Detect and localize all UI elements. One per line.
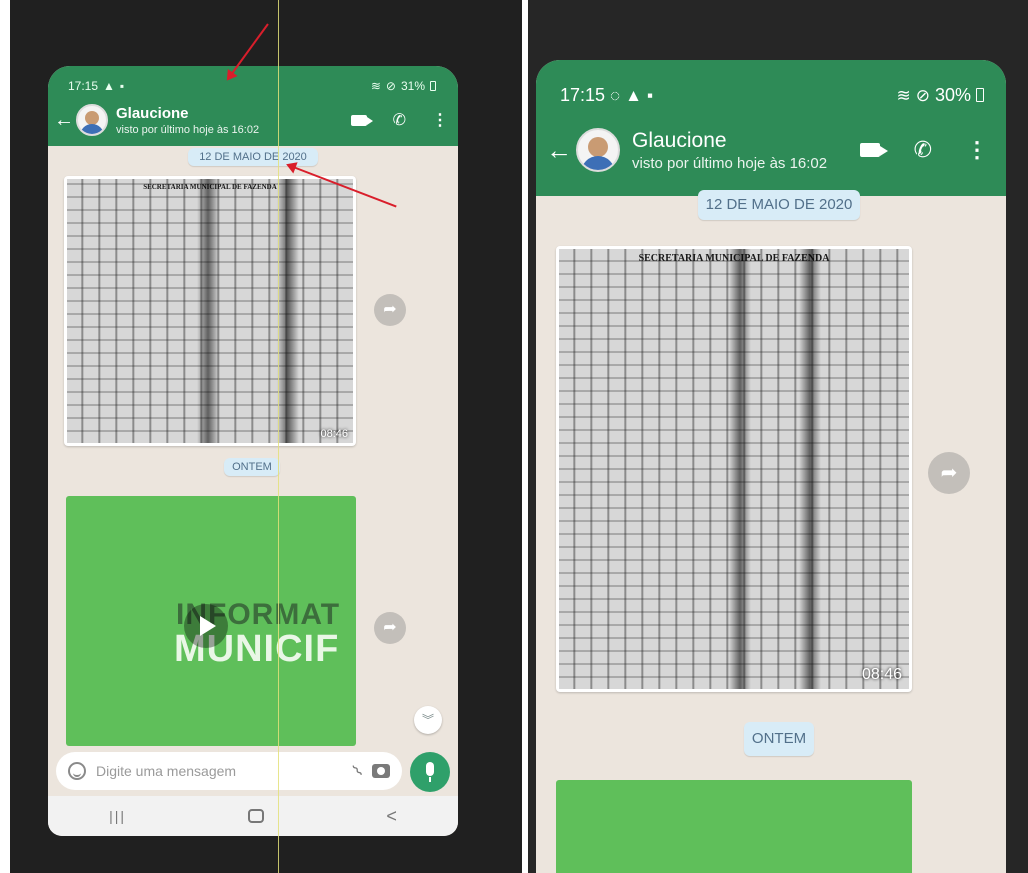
- right-screenshot-panel: 17:15 ◌ ▲ ▪ ≋ ⊘ 30% ← Glaucione visto po…: [528, 0, 1028, 873]
- mic-icon: [426, 762, 434, 782]
- status-bar: 17:15 ◌ ▲ ▪ ≋ ⊘ 30%: [560, 84, 984, 106]
- message-time: 08:46: [320, 428, 348, 440]
- do-not-disturb-icon: ⊘: [915, 85, 930, 105]
- battery-percent: 31%: [400, 79, 425, 93]
- message-composer: ⌇: [56, 752, 402, 790]
- battery-percent: 30%: [934, 84, 971, 105]
- phone-icon[interactable]: ✆: [914, 137, 932, 163]
- status-bar: 17:15 ▲ ▪ ≋ ⊘ 31%: [68, 78, 436, 94]
- wifi-icon: ≋: [370, 79, 381, 93]
- image-message[interactable]: SECRETARIA MUNICIPAL DE FAZENDA 08:46: [556, 246, 912, 692]
- left-phone-screen: 17:15 ▲ ▪ ≋ ⊘ 31% ← Glaucione visto por …: [48, 66, 458, 836]
- warning-icon: ▲: [103, 79, 115, 93]
- home-button[interactable]: [248, 809, 265, 823]
- more-vert-icon[interactable]: ⋮: [966, 137, 988, 163]
- mic-button[interactable]: [410, 752, 450, 792]
- avatar[interactable]: [576, 128, 620, 172]
- forward-icon[interactable]: ➦: [374, 612, 406, 644]
- video-message[interactable]: INFORMAT MUNICIF: [66, 496, 356, 746]
- scanned-document: SECRETARIA MUNICIPAL DE FAZENDA: [559, 249, 909, 689]
- paperclip-icon[interactable]: ⌇: [349, 761, 368, 781]
- contact-name: Glaucione: [632, 128, 727, 152]
- video-call-icon[interactable]: [859, 143, 888, 157]
- yellow-guide-line: [278, 0, 279, 873]
- chevron-double-down-icon[interactable]: ︾: [414, 706, 442, 734]
- left-screenshot-panel: 17:15 ▲ ▪ ≋ ⊘ 31% ← Glaucione visto por …: [10, 0, 522, 873]
- battery-icon: [430, 81, 436, 91]
- app-bar: ← Glaucione visto por último hoje às 16:…: [546, 120, 988, 180]
- right-phone-screen: 17:15 ◌ ▲ ▪ ≋ ⊘ 30% ← Glaucione visto po…: [536, 60, 1006, 873]
- app-bar: ← Glaucione visto por último hoje às 16:…: [54, 100, 448, 140]
- sim-card-icon: ▪: [646, 85, 654, 105]
- date-chip: 12 DE MAIO DE 2020: [188, 148, 318, 166]
- more-vert-icon[interactable]: ⋮: [432, 110, 448, 130]
- date-chip-yesterday: ONTEM: [744, 722, 814, 756]
- chat-header: 17:15 ▲ ▪ ≋ ⊘ 31% ← Glaucione visto por …: [48, 66, 458, 146]
- sim-card-icon: ▪: [119, 79, 125, 93]
- phone-icon[interactable]: ✆: [393, 110, 406, 130]
- video-call-icon[interactable]: [350, 114, 373, 126]
- emoji-icon[interactable]: [68, 762, 86, 780]
- arrow-left-icon[interactable]: ←: [546, 135, 576, 166]
- do-not-disturb-icon: ⊘: [385, 79, 396, 93]
- last-seen: visto por último hoje às 16:02: [116, 123, 260, 136]
- play-icon[interactable]: [184, 604, 228, 648]
- forward-icon[interactable]: ➦: [928, 452, 970, 494]
- recents-button[interactable]: |||: [109, 808, 126, 824]
- contact-name: Glaucione: [116, 104, 189, 122]
- date-chip-yesterday: ONTEM: [224, 458, 280, 476]
- arrow-left-icon[interactable]: ←: [54, 109, 76, 132]
- wifi-icon: ≋: [896, 85, 911, 105]
- avatar[interactable]: [76, 104, 108, 136]
- battery-icon: [976, 88, 984, 102]
- last-seen: visto por último hoje às 16:02: [632, 154, 828, 172]
- video-message[interactable]: [556, 780, 912, 873]
- image-message[interactable]: SECRETARIA MUNICIPAL DE FAZENDA 08:46: [64, 176, 356, 446]
- scanned-document: SECRETARIA MUNICIPAL DE FAZENDA: [67, 179, 353, 443]
- warning-icon: ▲: [625, 85, 642, 105]
- forward-icon[interactable]: ➦: [374, 294, 406, 326]
- status-time: 17:15: [560, 84, 606, 105]
- nav-back-button[interactable]: <: [386, 806, 397, 827]
- chat-header: 17:15 ◌ ▲ ▪ ≋ ⊘ 30% ← Glaucione visto po…: [536, 60, 1006, 196]
- message-time: 08:46: [861, 666, 902, 683]
- camera-icon[interactable]: [372, 764, 390, 778]
- android-nav-bar: ||| <: [48, 796, 458, 836]
- whatsapp-icon: ◌: [610, 85, 621, 105]
- status-time: 17:15: [68, 79, 99, 93]
- contact-info[interactable]: Glaucione visto por último hoje às 16:02: [116, 105, 351, 136]
- contact-info[interactable]: Glaucione visto por último hoje às 16:02: [632, 129, 860, 172]
- message-input[interactable]: [96, 763, 345, 779]
- date-chip: 12 DE MAIO DE 2020: [698, 190, 860, 220]
